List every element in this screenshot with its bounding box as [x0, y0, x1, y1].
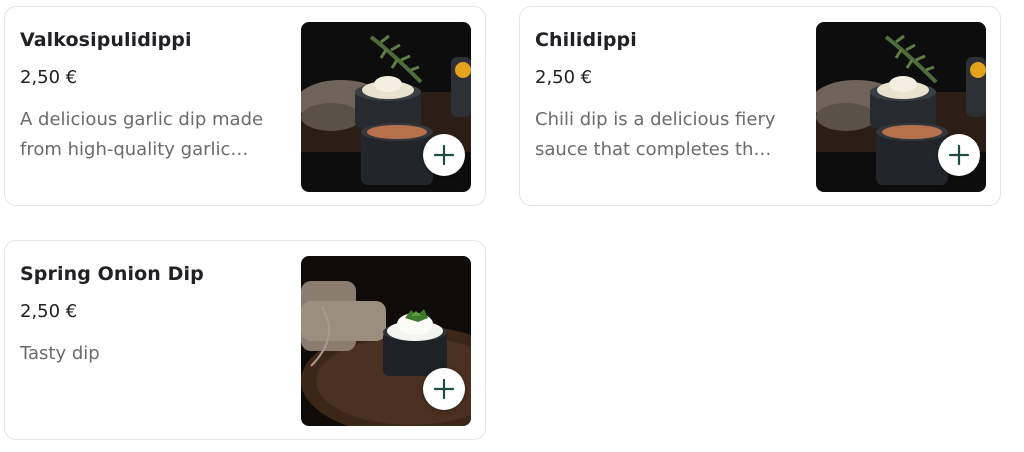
item-description: Chili dip is a delicious fiery sauce tha… [535, 109, 776, 160]
menu-item-card[interactable]: Valkosipulidippi 2,50 € A delicious garl… [4, 6, 486, 206]
item-description: A delicious garlic dip made from high-qu… [20, 109, 264, 160]
plus-icon [433, 378, 455, 400]
item-image[interactable] [816, 22, 986, 192]
plus-icon [948, 144, 970, 166]
menu-item-card[interactable]: Chilidippi 2,50 € Chili dip is a delicio… [519, 6, 1001, 206]
add-to-cart-button[interactable] [423, 134, 465, 176]
item-price: 2,50 € [535, 67, 593, 88]
item-title: Chilidippi [535, 29, 637, 51]
item-price: 2,50 € [20, 67, 78, 88]
add-to-cart-button[interactable] [423, 368, 465, 410]
plus-icon [433, 144, 455, 166]
item-image[interactable] [301, 256, 471, 426]
item-title: Valkosipulidippi [20, 29, 192, 51]
add-to-cart-button[interactable] [938, 134, 980, 176]
item-title: Spring Onion Dip [20, 263, 204, 285]
item-price: 2,50 € [20, 301, 78, 322]
item-image[interactable] [301, 22, 471, 192]
menu-item-card[interactable]: Spring Onion Dip 2,50 € Tasty dip [4, 240, 486, 440]
item-description: Tasty dip [20, 343, 100, 364]
